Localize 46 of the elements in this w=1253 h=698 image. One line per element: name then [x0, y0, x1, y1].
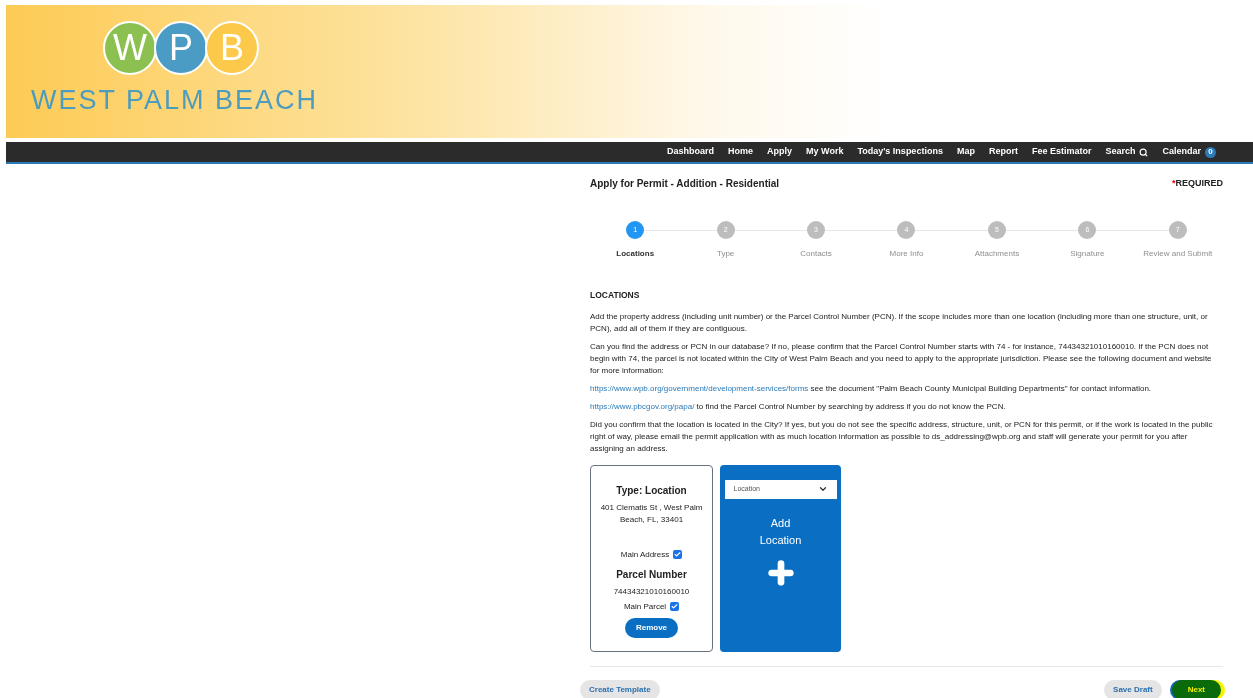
- required-note: *REQUIRED: [1171, 176, 1223, 190]
- logo-letter: W: [103, 21, 157, 75]
- save-draft-button[interactable]: Save Draft: [1104, 679, 1162, 698]
- info-paragraph: https://www.wpb.org/government/development-services/forms see the document "Palm Beach County Municipal Building Departments" for contact information.: [590, 382, 1153, 395]
- nav-link[interactable]: Apply: [767, 145, 793, 159]
- nav-link[interactable]: My Work: [806, 145, 844, 159]
- logo-letter: B: [205, 21, 259, 75]
- nav-link[interactable]: Map: [956, 145, 975, 159]
- step-label: Review and Submit: [1143, 248, 1213, 260]
- step-label: Signature: [1070, 248, 1105, 260]
- nav-link[interactable]: Home: [728, 145, 754, 159]
- add-location-label: Add Location: [758, 515, 803, 548]
- logo-letter: P: [154, 21, 208, 75]
- card-title: Type: Location: [616, 483, 687, 498]
- checkbox-label: Main Address: [620, 548, 670, 561]
- checkbox[interactable]: [670, 602, 680, 612]
- info-paragraph: Can you find the address or PCN in our database? If no, please confirm that the Parcel Control Number starts with 74 - for instance, 74434321010160010. If the PCN does not begin with 74, the parcel is not located within the City of West Palm Beach and you need to apply to the appropriate jurisdiction. Please see the following document and website for more information:: [590, 340, 1213, 377]
- info-paragraph: Add the property address (including unit number) or the Parcel Control Number (PCN). If the scope includes more than one location (including more than one structure, unit, or PCN), add all of them if they are contiguous.: [590, 310, 1209, 335]
- info-link[interactable]: https://www.wpb.org/government/development-services/forms: [590, 383, 809, 393]
- nav-link[interactable]: Report: [988, 145, 1018, 159]
- info-paragraph: https://www.pbcgov.org/papa/ to find the Parcel Control Number by searching by address if you do not know the PCN.: [590, 400, 1007, 413]
- search-link[interactable]: Search: [1105, 145, 1149, 159]
- nav-link[interactable]: Today's Inspections: [857, 145, 943, 159]
- parcel-heading: Parcel Number: [616, 567, 687, 582]
- search-icon: [1139, 147, 1149, 157]
- section-heading: LOCATIONS: [590, 289, 641, 302]
- nav-link[interactable]: Fee Estimator: [1031, 145, 1092, 159]
- checkbox-label: Main Parcel: [623, 600, 667, 613]
- step-label: Type: [716, 248, 735, 260]
- checkbox[interactable]: [673, 550, 683, 560]
- info-paragraph: Did you confirm that the location is located in the City? If yes, but you do not see the specific address, structure, unit, or PCN for this permit, or if the work is located in the public right of way, please email the permit application with as much location information as possible to ds_addressing@wpb.org and staff will generate your permit for you after assigning an address.: [590, 418, 1214, 455]
- page-title: Apply for Permit - Addition - Residential: [590, 177, 780, 191]
- create-template-button[interactable]: Create Template: [580, 679, 660, 698]
- step-label: Contacts: [800, 248, 832, 260]
- address-text: 401 Clematis St , West Palm Beach, FL, 33401: [599, 501, 704, 526]
- step-label: Locations: [616, 248, 655, 260]
- remove-button[interactable]: Remove: [624, 617, 679, 638]
- nav-link[interactable]: Dashboard: [667, 145, 714, 159]
- info-link[interactable]: https://www.pbcgov.org/papa/: [590, 401, 695, 411]
- nav-link[interactable]: Calendar: [1162, 145, 1201, 159]
- count-badge: 0: [1204, 146, 1216, 158]
- step-label: More Info: [889, 248, 924, 260]
- next-button[interactable]: Next: [1171, 679, 1221, 698]
- logo-text: WEST PALM BEACH: [31, 84, 320, 117]
- parcel-number: 74434321010160010: [613, 585, 690, 598]
- step-label: Attachments: [974, 248, 1020, 260]
